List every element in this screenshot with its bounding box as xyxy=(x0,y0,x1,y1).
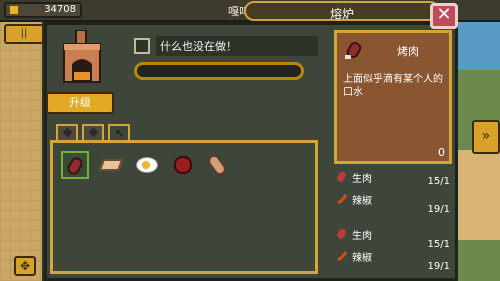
move-button[interactable]: ✥ xyxy=(14,256,36,276)
ingredient-name: 生肉 xyxy=(352,231,372,242)
cooking-progress-bar xyxy=(134,62,304,80)
ingredient-row: 辣椒 19/1 xyxy=(336,192,454,215)
raw-meat-icon xyxy=(337,171,346,182)
berry-icon xyxy=(174,156,192,174)
recipe-grid xyxy=(50,140,318,274)
recipe-pie[interactable] xyxy=(97,151,125,179)
diamond-icon xyxy=(62,127,73,138)
raw-meat-icon xyxy=(337,228,346,239)
pause-button[interactable]: || xyxy=(4,24,44,44)
chili-icon xyxy=(337,194,348,205)
furnace-icon xyxy=(63,30,101,83)
recipe-roast-meat[interactable] xyxy=(61,151,89,179)
recipe-drumstick[interactable] xyxy=(205,151,233,179)
ingredient-row: 生肉 15/1 xyxy=(336,227,454,250)
close-button[interactable]: ✕ xyxy=(430,3,458,29)
ingredient-count: 19/1 xyxy=(427,261,450,272)
recipe-fried-egg[interactable] xyxy=(133,151,161,179)
drumstick-icon xyxy=(205,152,229,178)
item-title: 烤肉 xyxy=(397,45,419,58)
pie-icon xyxy=(98,159,124,171)
item-detail-card: 烤肉 上面似乎滴有某个人的口水 0 xyxy=(334,30,452,164)
window-title: 熔炉 xyxy=(329,7,354,21)
ingredient-name: 辣椒 xyxy=(352,196,372,207)
coin-counter: 34708 xyxy=(4,2,82,18)
move-icon: ✥ xyxy=(20,259,31,273)
ingredient-count: 15/1 xyxy=(427,176,450,187)
coin-icon xyxy=(9,5,19,15)
upgrade-button[interactable]: 升级 xyxy=(46,92,114,114)
ingredient-count: 19/1 xyxy=(427,204,450,215)
chili-icon xyxy=(337,251,348,262)
recipe-berry[interactable] xyxy=(169,151,197,179)
double-chevron-right-icon: » xyxy=(481,128,491,144)
cursor-icon: ↖ xyxy=(115,127,125,140)
window-title-bar: 熔炉 xyxy=(244,1,440,21)
close-icon: ✕ xyxy=(436,4,452,25)
next-page-button[interactable]: » xyxy=(472,120,500,154)
coin-value: 34708 xyxy=(44,4,76,15)
status-checkbox[interactable] xyxy=(134,38,150,54)
item-description: 上面似乎滴有某个人的口水 xyxy=(343,74,443,98)
ingredient-name: 辣椒 xyxy=(352,253,372,264)
ingredient-name: 生肉 xyxy=(352,174,372,185)
diamond-icon xyxy=(88,127,99,138)
status-text: 什么也没在做！ xyxy=(160,40,237,53)
roast-meat-icon xyxy=(345,41,362,59)
ingredient-row: 辣椒 19/1 xyxy=(336,249,454,272)
ingredient-row: 生肉 15/1 xyxy=(336,170,454,188)
roast-meat-icon xyxy=(65,155,85,177)
item-count: 0 xyxy=(438,146,445,159)
